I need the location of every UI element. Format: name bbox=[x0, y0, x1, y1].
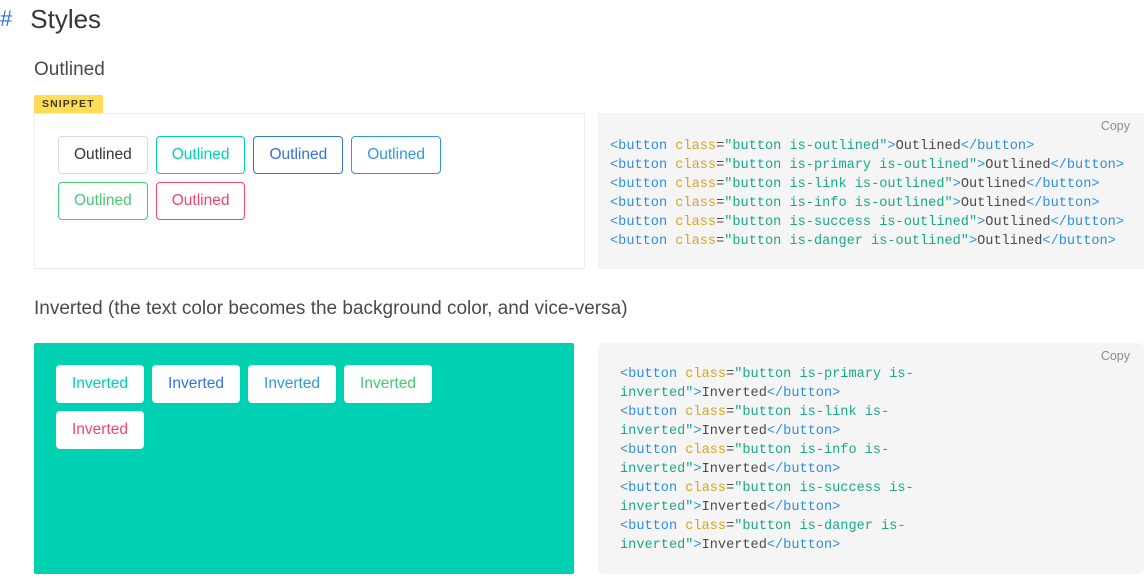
button-label: Inverted bbox=[360, 375, 417, 393]
button-label: Outlined bbox=[171, 192, 230, 210]
button-outlined-default[interactable]: Outlined bbox=[58, 136, 148, 174]
button-label: Outlined bbox=[171, 146, 230, 164]
button-inverted-link[interactable]: Inverted bbox=[152, 365, 241, 403]
example-block-inverted: Inverted Inverted Inverted Inverted Inverte… bbox=[34, 343, 1144, 574]
code-line: <button class="button is-link is-outline… bbox=[610, 177, 1100, 192]
button-outlined-link[interactable]: Outlined bbox=[253, 136, 344, 174]
section-heading-outlined: Outlined bbox=[34, 59, 105, 80]
preview-pane-outlined: Outlined Outlined Outlined Outlined Outline… bbox=[34, 113, 585, 269]
button-inverted-info[interactable]: Inverted bbox=[248, 365, 337, 403]
button-label: Inverted bbox=[264, 375, 321, 393]
button-outlined-success[interactable]: Outlined bbox=[58, 182, 148, 220]
button-outlined-info[interactable]: Outlined bbox=[351, 136, 441, 174]
copy-button-outlined[interactable]: Copy bbox=[1101, 119, 1130, 133]
code-line: <button class="button is-primary is-inve… bbox=[620, 367, 914, 401]
button-label: Outlined bbox=[269, 146, 328, 164]
copy-button-inverted[interactable]: Copy bbox=[1101, 349, 1130, 363]
page-root: # Styles Outlined SNIPPET Outlined Outlin… bbox=[0, 0, 1144, 581]
page-title: # Styles bbox=[0, 2, 101, 36]
button-row-inverted-2: Inverted bbox=[56, 411, 574, 449]
button-outlined-primary[interactable]: Outlined bbox=[155, 136, 246, 174]
button-row-outlined-2: Outlined Outlined bbox=[58, 182, 584, 220]
code-pane-inverted: Copy <button class="button is-primary is… bbox=[598, 343, 1144, 574]
page-title-text: Styles bbox=[30, 4, 102, 34]
button-outlined-danger[interactable]: Outlined bbox=[155, 182, 246, 220]
button-label: Inverted bbox=[72, 421, 129, 439]
code-block-inverted[interactable]: <button class="button is-primary is-inve… bbox=[620, 365, 940, 555]
button-label: Outlined bbox=[367, 146, 425, 164]
preview-pane-inverted: Inverted Inverted Inverted Inverted Inverte… bbox=[34, 343, 574, 574]
button-row-outlined-1: Outlined Outlined Outlined Outlined bbox=[58, 136, 584, 174]
code-line: <button class="button is-danger is-inver… bbox=[620, 519, 906, 553]
code-line: <button class="button is-success is-outl… bbox=[610, 215, 1124, 230]
code-line: <button class="button is-danger is-outli… bbox=[610, 234, 1116, 249]
button-row-inverted-1: Inverted Inverted Inverted Inverted bbox=[56, 365, 574, 403]
anchor-link-icon[interactable]: # bbox=[0, 2, 12, 36]
button-inverted-primary[interactable]: Inverted bbox=[56, 365, 145, 403]
code-block-outlined[interactable]: <button class="button is-outlined">Outli… bbox=[610, 137, 1144, 251]
code-line: <button class="button is-success is-inve… bbox=[620, 481, 914, 515]
code-line: <button class="button is-info is-outline… bbox=[610, 196, 1100, 211]
button-inverted-success[interactable]: Inverted bbox=[344, 365, 433, 403]
code-line: <button class="button is-info is-inverte… bbox=[620, 443, 890, 477]
button-inverted-danger[interactable]: Inverted bbox=[56, 411, 145, 449]
button-label: Inverted bbox=[72, 375, 129, 393]
snippet-badge: SNIPPET bbox=[34, 95, 103, 113]
example-block-outlined: Outlined Outlined Outlined Outlined Outline… bbox=[34, 113, 1144, 269]
code-line: <button class="button is-outlined">Outli… bbox=[610, 139, 1035, 154]
button-label: Outlined bbox=[74, 146, 132, 164]
code-line: <button class="button is-primary is-outl… bbox=[610, 158, 1124, 173]
button-label: Inverted bbox=[168, 375, 225, 393]
code-line: <button class="button is-link is-inverte… bbox=[620, 405, 890, 439]
code-pane-outlined: Copy <button class="button is-outlined">… bbox=[598, 113, 1144, 269]
section-heading-inverted: Inverted (the text color becomes the bac… bbox=[34, 298, 628, 319]
button-label: Outlined bbox=[74, 192, 132, 210]
